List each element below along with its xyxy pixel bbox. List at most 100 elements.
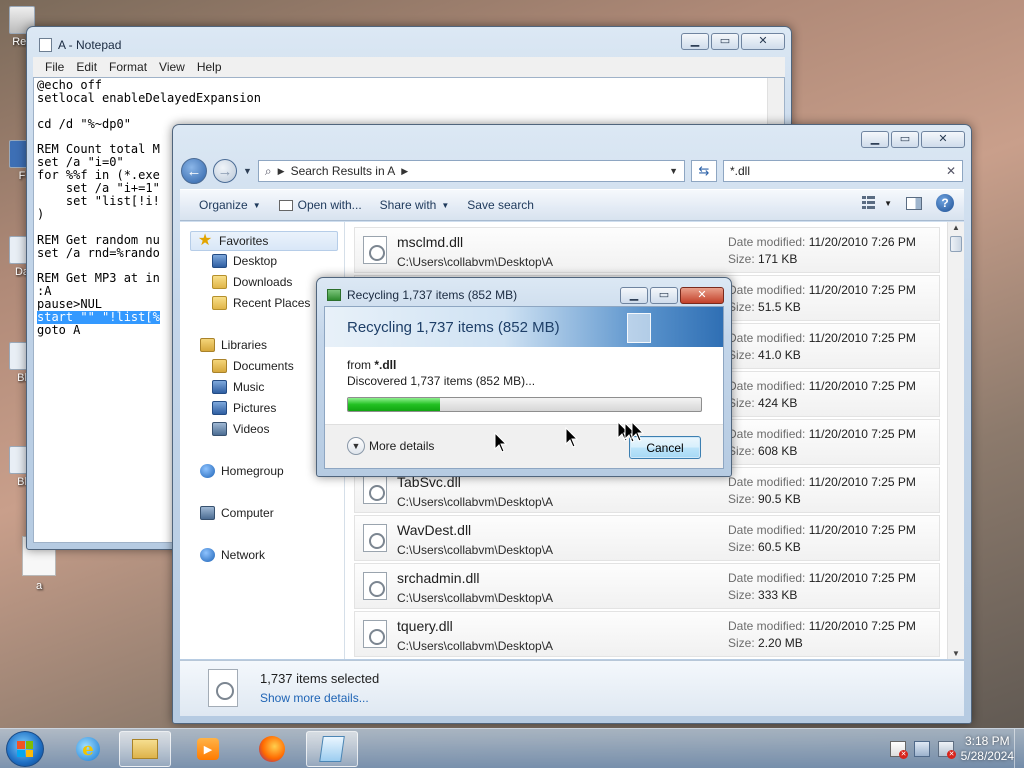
open-with-icon (278, 199, 293, 211)
menu-format[interactable]: Format (103, 60, 153, 74)
scroll-thumb[interactable] (950, 236, 962, 252)
date-modified-label: Date modified: (728, 283, 806, 297)
from-line: from *.dll (347, 358, 396, 372)
nav-music[interactable]: Music (212, 380, 264, 394)
minimize-button[interactable]: ▁ (681, 33, 709, 50)
maximize-button[interactable]: ▭ (891, 131, 919, 148)
selection-count: 1,737 items selected (260, 671, 380, 686)
share-with-button[interactable]: Share with ▼ (373, 194, 457, 216)
nav-documents[interactable]: Documents (212, 359, 294, 373)
taskbar-explorer[interactable] (119, 731, 171, 767)
search-field[interactable]: *.dll ✕ (723, 160, 963, 182)
size-label: Size: (728, 636, 755, 650)
nav-libraries[interactable]: Libraries (200, 338, 267, 352)
nav-homegroup[interactable]: Homegroup (200, 464, 284, 478)
save-search-button[interactable]: Save search (460, 194, 541, 216)
nav-label: Videos (233, 422, 270, 436)
maximize-button[interactable]: ▭ (711, 33, 739, 50)
dll-file-icon (363, 620, 387, 648)
clear-search-icon[interactable]: ✕ (946, 164, 956, 178)
forward-button[interactable]: → (213, 159, 237, 183)
file-row[interactable]: srchadmin.dll C:\Users\collabvm\Desktop\A… (354, 563, 940, 609)
recycling-dialog[interactable]: Recycling 1,737 items (852 MB) ▁ ▭ ✕ Rec… (316, 277, 732, 477)
more-details-toggle[interactable]: ▼ More details (347, 437, 434, 455)
file-row[interactable]: tquery.dll C:\Users\collabvm\Desktop\A Dat… (354, 611, 940, 657)
size-label: Size: (728, 300, 755, 314)
network-status-icon[interactable] (914, 741, 930, 757)
size-label: Size: (728, 252, 755, 266)
action-center-icon[interactable]: ✕ (890, 741, 908, 759)
minimize-button[interactable]: ▁ (620, 287, 648, 304)
clock[interactable]: 3:18 PM 5/28/2024 (961, 734, 1014, 764)
minimize-button[interactable]: ▁ (861, 131, 889, 148)
nav-videos[interactable]: Videos (212, 422, 269, 436)
breadcrumb-chevron-icon[interactable]: ▶ (401, 166, 408, 177)
open-with-button[interactable]: Open with... (272, 194, 369, 216)
size-label: Size: (728, 492, 755, 506)
file-name: WavDest.dll (397, 522, 472, 538)
notepad-titlebar[interactable]: A - Notepad (39, 38, 121, 52)
address-bar[interactable]: ⌕ ▶ Search Results in A ▶ ▼ (257, 160, 685, 182)
homegroup-icon (200, 464, 215, 478)
chevron-down-icon: ▼ (347, 437, 365, 455)
results-scrollbar[interactable]: ▲ ▼ (947, 222, 964, 659)
nav-network[interactable]: Network (200, 548, 265, 562)
refresh-icon: ⇆ (698, 163, 710, 178)
organize-label: Organize (199, 198, 248, 212)
recent-pages-dropdown[interactable]: ▼ (243, 166, 252, 176)
file-row[interactable]: msclmd.dll C:\Users\collabvm\Desktop\A Dat… (354, 227, 940, 273)
date-modified-value: 11/20/2010 7:25 PM (808, 571, 916, 585)
dialog-header-title: Recycling 1,737 items (852 MB) (347, 319, 560, 336)
close-button[interactable]: ✕ (741, 33, 785, 50)
taskbar-firefox[interactable] (246, 731, 298, 767)
media-player-icon: ▶ (197, 738, 219, 760)
dialog-header: Recycling 1,737 items (852 MB) (325, 307, 723, 347)
breadcrumb-search-results[interactable]: Search Results in A (291, 164, 396, 178)
nav-desktop[interactable]: Desktop (212, 254, 277, 268)
maximize-button[interactable]: ▭ (650, 287, 678, 304)
volume-icon[interactable]: ✕ (938, 741, 956, 759)
file-row[interactable]: WavDest.dll C:\Users\collabvm\Desktop\A Da… (354, 515, 940, 561)
size-value: 608 KB (758, 444, 798, 458)
change-view-button[interactable]: ▼ (862, 196, 892, 210)
date-modified-value: 11/20/2010 7:25 PM (808, 379, 916, 393)
show-desktop-button[interactable] (1014, 729, 1024, 768)
back-button[interactable]: ← (181, 158, 207, 184)
close-button[interactable]: ✕ (680, 287, 724, 304)
breadcrumb-chevron-icon[interactable]: ▶ (278, 166, 285, 177)
dll-file-icon (208, 669, 238, 707)
search-input[interactable]: *.dll (730, 164, 946, 178)
menu-help[interactable]: Help (191, 60, 228, 74)
scroll-up-icon[interactable]: ▲ (948, 223, 964, 232)
file-size: Size: 424 KB (728, 396, 797, 410)
file-size: Size: 90.5 KB (728, 492, 801, 506)
dialog-titlebar[interactable]: Recycling 1,737 items (852 MB) (327, 288, 517, 302)
date-modified-label: Date modified: (728, 619, 806, 633)
scroll-down-icon[interactable]: ▼ (948, 649, 964, 658)
organize-button[interactable]: Organize ▼ (192, 194, 268, 216)
open-with-label: Open with... (297, 198, 362, 212)
start-button[interactable] (6, 731, 44, 767)
size-value: 41.0 KB (758, 348, 801, 362)
menu-file[interactable]: File (39, 60, 70, 74)
nav-computer[interactable]: Computer (200, 506, 274, 520)
music-icon (212, 380, 227, 394)
close-button[interactable]: ✕ (921, 131, 965, 148)
taskbar-media-player[interactable]: ▶ (182, 731, 234, 767)
menu-edit[interactable]: Edit (70, 60, 103, 74)
show-more-details-link[interactable]: Show more details... (260, 691, 369, 705)
nav-favorites[interactable]: ★ Favorites (190, 231, 338, 251)
refresh-button[interactable]: ⇆ (691, 160, 717, 182)
ie-icon: e (76, 737, 100, 761)
menu-view[interactable]: View (153, 60, 191, 74)
preview-pane-icon[interactable] (906, 196, 922, 210)
taskbar-ie[interactable]: e (62, 731, 114, 767)
nav-pictures[interactable]: Pictures (212, 401, 276, 415)
address-dropdown-icon[interactable]: ▼ (669, 166, 678, 176)
nav-downloads[interactable]: Downloads (212, 275, 292, 289)
editor-line-text: for %%f in (*.exe (37, 168, 160, 183)
taskbar-notepad[interactable] (306, 731, 358, 767)
help-icon[interactable]: ? (936, 194, 954, 212)
nav-recent-places[interactable]: Recent Places (212, 296, 310, 310)
editor-line-text: goto A (37, 322, 81, 337)
